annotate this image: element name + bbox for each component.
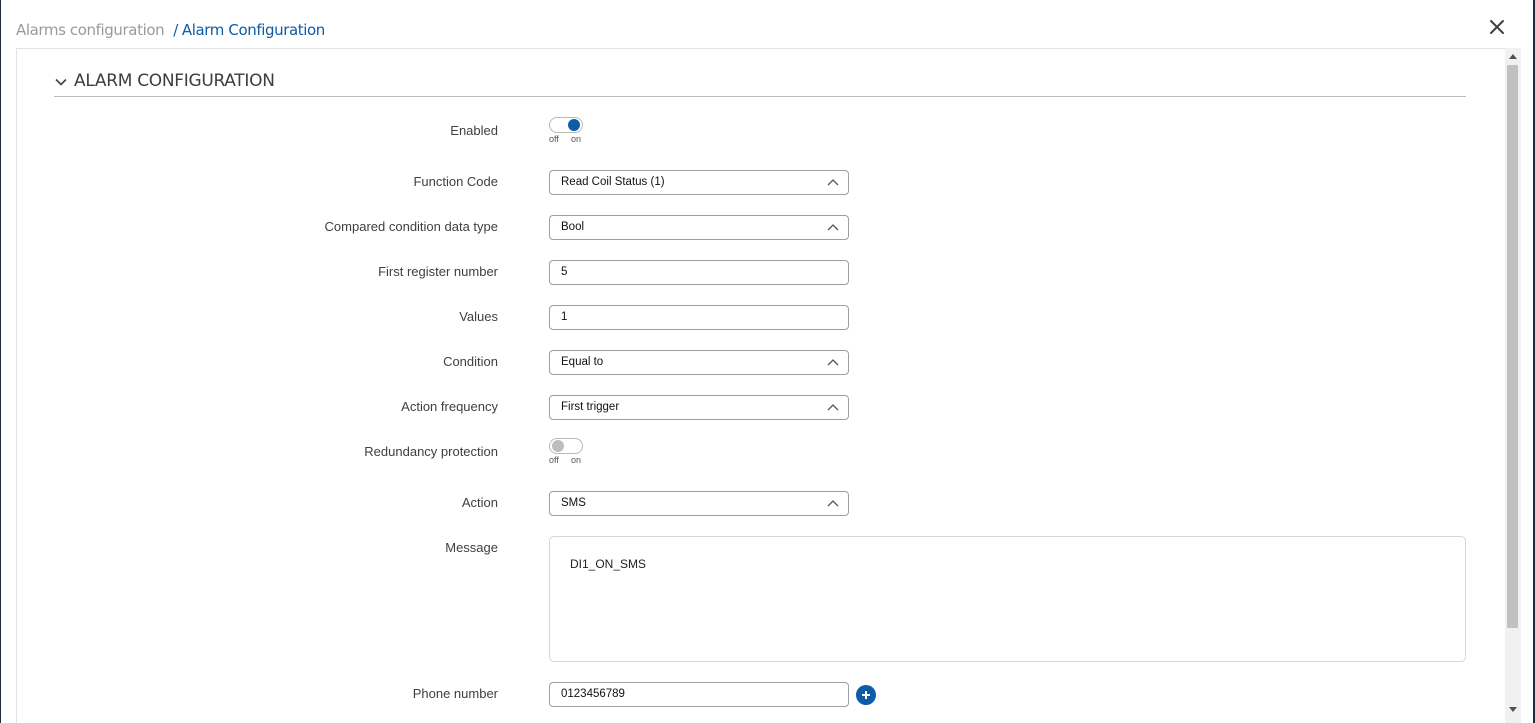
phone-value: 0123456789 — [561, 688, 625, 700]
condition-select[interactable]: Equal to — [549, 350, 849, 375]
toggle-labels: off on — [549, 455, 583, 465]
function-code-value: Read Coil Status (1) — [561, 176, 665, 188]
section-title: ALARM CONFIGURATION — [74, 71, 275, 91]
chevron-up-icon — [827, 404, 839, 411]
data-type-value: Bool — [561, 221, 585, 233]
toggle-off-label: off — [549, 134, 559, 144]
form-row-condition: Condition Equal to — [0, 350, 1500, 376]
data-type-label: Compared condition data type — [324, 219, 498, 234]
chevron-up-icon — [827, 179, 839, 186]
form-row-action: Action SMS — [0, 491, 1500, 517]
chevron-up-icon — [827, 224, 839, 231]
function-code-select[interactable]: Read Coil Status (1) — [549, 170, 849, 195]
toggle-knob — [568, 119, 580, 131]
form-row-function-code: Function Code Read Coil Status (1) — [0, 170, 1500, 196]
toggle-on-label: on — [571, 134, 582, 144]
phone-input[interactable]: 0123456789 — [549, 682, 849, 707]
action-frequency-value: First trigger — [561, 401, 620, 413]
scrollbar[interactable] — [1505, 48, 1521, 723]
scroll-thumb[interactable] — [1507, 65, 1518, 628]
condition-value: Equal to — [561, 356, 604, 368]
scroll-up-icon[interactable] — [1509, 53, 1517, 59]
breadcrumb-separator: / — [173, 21, 178, 39]
form-row-enabled: Enabled off on — [0, 117, 1500, 145]
enabled-label: Enabled — [450, 123, 498, 138]
chevron-down-icon — [55, 78, 67, 86]
form-row-data-type: Compared condition data type Bool — [0, 215, 1500, 241]
toggle-knob — [552, 440, 564, 452]
action-frequency-label: Action frequency — [401, 399, 498, 414]
action-frequency-select[interactable]: First trigger — [549, 395, 849, 420]
enabled-toggle-group: off on — [549, 117, 583, 144]
form-row-first-register: First register number 5 — [0, 260, 1500, 286]
close-icon — [1490, 20, 1504, 34]
chevron-up-icon — [827, 500, 839, 507]
phone-label: Phone number — [412, 686, 498, 701]
section-header[interactable]: ALARM CONFIGURATION — [54, 66, 1466, 97]
first-register-input[interactable]: 5 — [549, 260, 849, 285]
add-phone-button[interactable] — [856, 685, 876, 705]
first-register-label: First register number — [378, 264, 498, 279]
form-row-redundancy: Redundancy protection off on — [0, 438, 1500, 466]
breadcrumb-parent-link[interactable]: Alarms configuration — [16, 21, 165, 39]
values-value: 1 — [561, 311, 568, 323]
action-value: SMS — [561, 497, 586, 509]
message-value: DI1_ON_SMS — [570, 557, 647, 571]
close-button[interactable] — [1486, 16, 1508, 38]
toggle-off-label: off — [549, 455, 559, 465]
message-label: Message — [445, 540, 498, 555]
toggle-on-label: on — [571, 455, 582, 465]
redundancy-toggle[interactable] — [549, 438, 583, 454]
condition-label: Condition — [443, 354, 498, 369]
form-row-phone: Phone number 0123456789 — [0, 682, 1500, 708]
action-label: Action — [461, 495, 498, 510]
action-select[interactable]: SMS — [549, 491, 849, 516]
values-label: Values — [459, 309, 498, 324]
message-textarea[interactable]: DI1_ON_SMS — [549, 536, 1466, 662]
chevron-up-icon — [827, 359, 839, 366]
form-row-action-frequency: Action frequency First trigger — [0, 395, 1500, 421]
first-register-value: 5 — [561, 266, 568, 278]
redundancy-toggle-group: off on — [549, 438, 583, 465]
form-row-values: Values 1 — [0, 305, 1500, 331]
data-type-select[interactable]: Bool — [549, 215, 849, 240]
plus-icon — [862, 691, 870, 699]
breadcrumb-current: Alarm Configuration — [181, 21, 325, 39]
enabled-toggle[interactable] — [549, 117, 583, 133]
redundancy-label: Redundancy protection — [364, 444, 498, 459]
form-row-message: Message DI1_ON_SMS — [0, 536, 1500, 662]
values-input[interactable]: 1 — [549, 305, 849, 330]
breadcrumb: Alarms configuration / Alarm Configurati… — [16, 18, 325, 42]
scroll-down-icon[interactable] — [1509, 707, 1517, 713]
function-code-label: Function Code — [413, 174, 498, 189]
toggle-labels: off on — [549, 134, 583, 144]
